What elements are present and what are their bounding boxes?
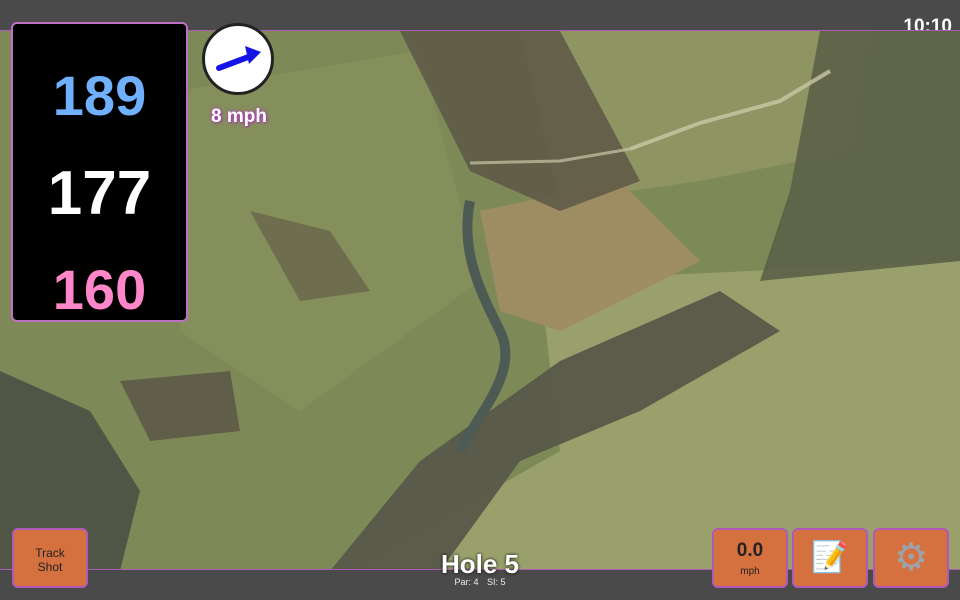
track-shot-label: Track Shot bbox=[35, 546, 65, 574]
hole-title: Hole 5 bbox=[440, 549, 520, 579]
yardage-panel: 189 177 160 bbox=[11, 22, 188, 322]
hole-par: Par: 4 bbox=[454, 577, 479, 587]
settings-button[interactable]: ⚙ bbox=[873, 528, 949, 588]
hole-info: Par: 4 SI: 5 bbox=[380, 577, 580, 587]
speed-value: 0.0 bbox=[736, 540, 764, 561]
arrow-right-up-icon bbox=[216, 46, 261, 71]
gear-icon: ⚙ bbox=[893, 537, 929, 579]
track-shot-button[interactable]: Track Shot bbox=[12, 528, 88, 588]
notepad-icon: 📝 bbox=[811, 541, 849, 574]
speed-unit: mph bbox=[740, 566, 760, 577]
middle-yardage: 177 bbox=[47, 159, 152, 228]
notes-button[interactable]: 📝 bbox=[792, 528, 868, 588]
wind-speed: 8 mph bbox=[211, 106, 267, 127]
wind-indicator bbox=[202, 23, 274, 95]
back-yardage: 189 bbox=[52, 64, 147, 127]
hole-stroke-index: SI: 5 bbox=[487, 577, 506, 587]
front-yardage: 160 bbox=[52, 258, 147, 321]
speed-button[interactable]: 0.0 mph bbox=[712, 528, 788, 588]
